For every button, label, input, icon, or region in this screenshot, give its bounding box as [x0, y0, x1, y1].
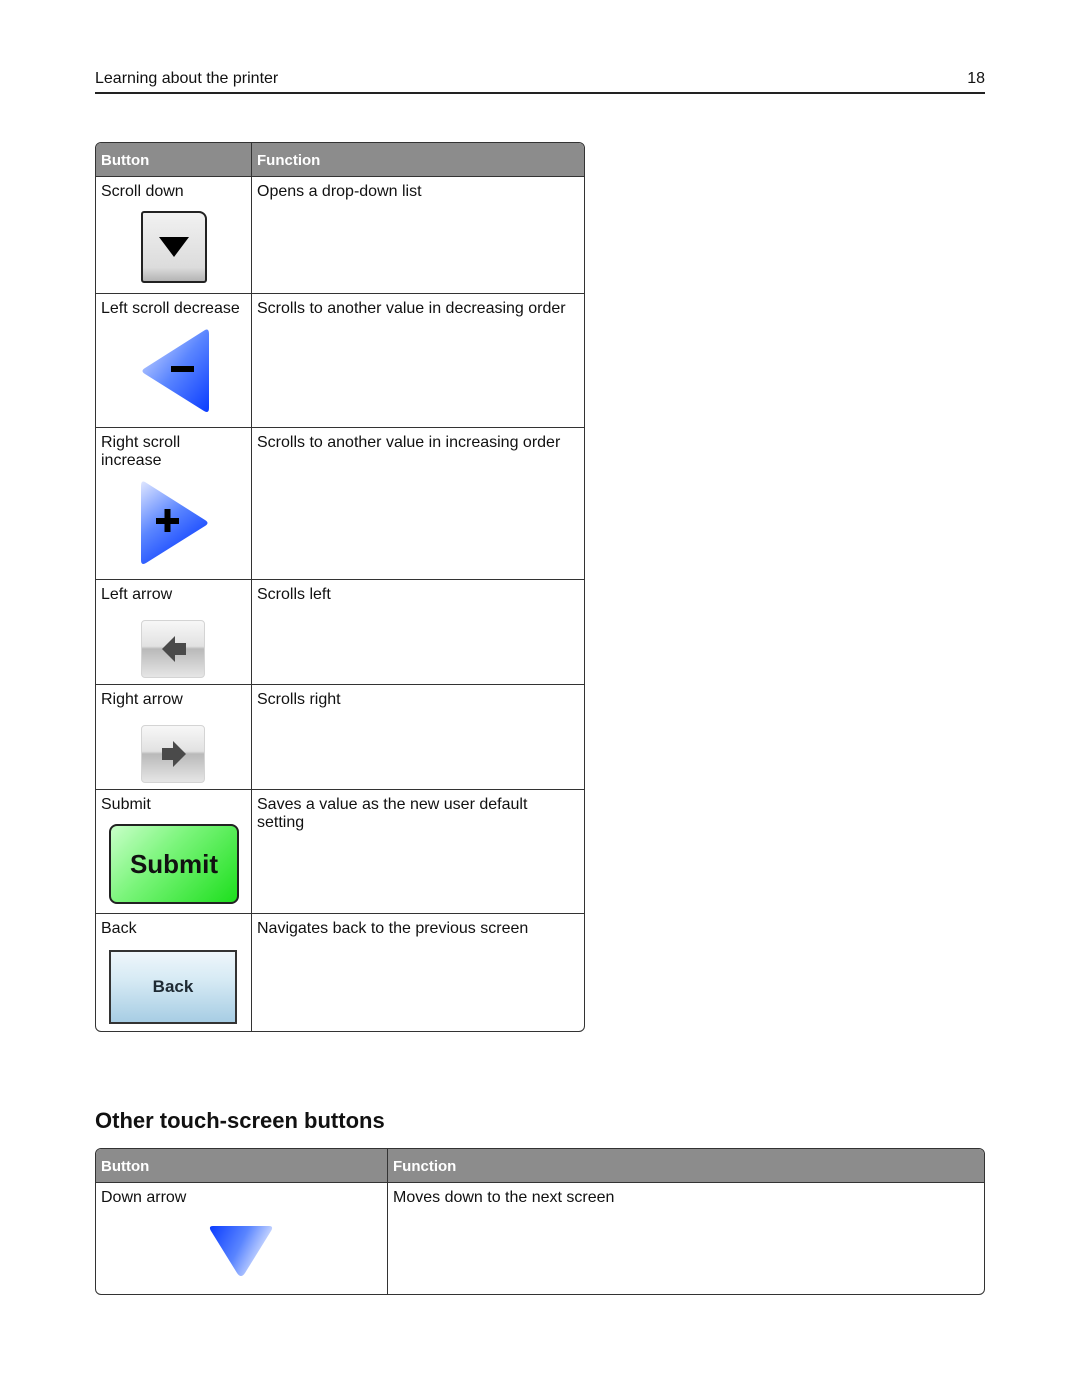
table-row: Right arrow Scrolls right: [96, 684, 584, 789]
submit-button-image: Submit: [109, 824, 239, 904]
buttons-table: Button Function Scroll down Opens a drop…: [95, 142, 585, 1032]
table-header-row: Button Function: [96, 143, 584, 177]
table-row: Right scroll increase Scrolls to another…: [96, 427, 584, 579]
other-buttons-table: Button Function Down arrow Moves down to…: [95, 1148, 985, 1295]
column-header-button: Button: [96, 1149, 387, 1183]
table-row: Down arrow Moves down to the next screen: [96, 1183, 984, 1294]
button-function: Scrolls right: [251, 684, 584, 789]
table-row: Scroll down Opens a drop-down list: [96, 177, 584, 293]
button-name: Right scroll increase: [101, 434, 181, 469]
button-function: Opens a drop-down list: [251, 177, 584, 293]
back-button-image: Back: [109, 950, 237, 1024]
button-function: Moves down to the next screen: [387, 1183, 984, 1294]
section-heading: Other touch-screen buttons: [95, 1108, 385, 1133]
table-row: Left scroll decrease Scrolls to another …: [96, 293, 584, 427]
button-function: Scrolls to another value in decreasing o…: [251, 293, 584, 427]
scroll-down-icon: [141, 211, 207, 283]
down-arrow-icon: [209, 1226, 273, 1276]
table-row: Submit Submit Saves a value as the new u…: [96, 789, 584, 913]
column-header-function: Function: [251, 143, 584, 177]
button-name: Right arrow: [101, 691, 183, 708]
button-function: Navigates back to the previous screen: [251, 913, 584, 1031]
table-row: Back Back Navigates back to the previous…: [96, 913, 584, 1031]
right-scroll-increase-icon: [141, 481, 208, 564]
column-header-button: Button: [96, 143, 251, 177]
table-header-row: Button Function: [96, 1149, 984, 1183]
button-function: Saves a value as the new user default se…: [251, 789, 584, 913]
page-number: 18: [967, 70, 985, 87]
button-name: Down arrow: [101, 1189, 187, 1206]
left-scroll-decrease-icon: [142, 329, 209, 412]
button-name: Left arrow: [101, 586, 173, 603]
button-name: Submit: [101, 796, 151, 813]
right-arrow-icon: [141, 725, 205, 783]
button-name: Left scroll decrease: [101, 300, 240, 317]
table-row: Left arrow Scrolls left: [96, 579, 584, 684]
page-header: Learning about the printer 18: [95, 68, 985, 94]
button-name: Back: [101, 920, 137, 937]
button-function: Scrolls left: [251, 579, 584, 684]
button-function: Scrolls to another value in increasing o…: [251, 427, 584, 579]
button-name: Scroll down: [101, 183, 184, 200]
running-title: Learning about the printer: [95, 70, 279, 87]
column-header-function: Function: [387, 1149, 984, 1183]
left-arrow-icon: [141, 620, 205, 678]
